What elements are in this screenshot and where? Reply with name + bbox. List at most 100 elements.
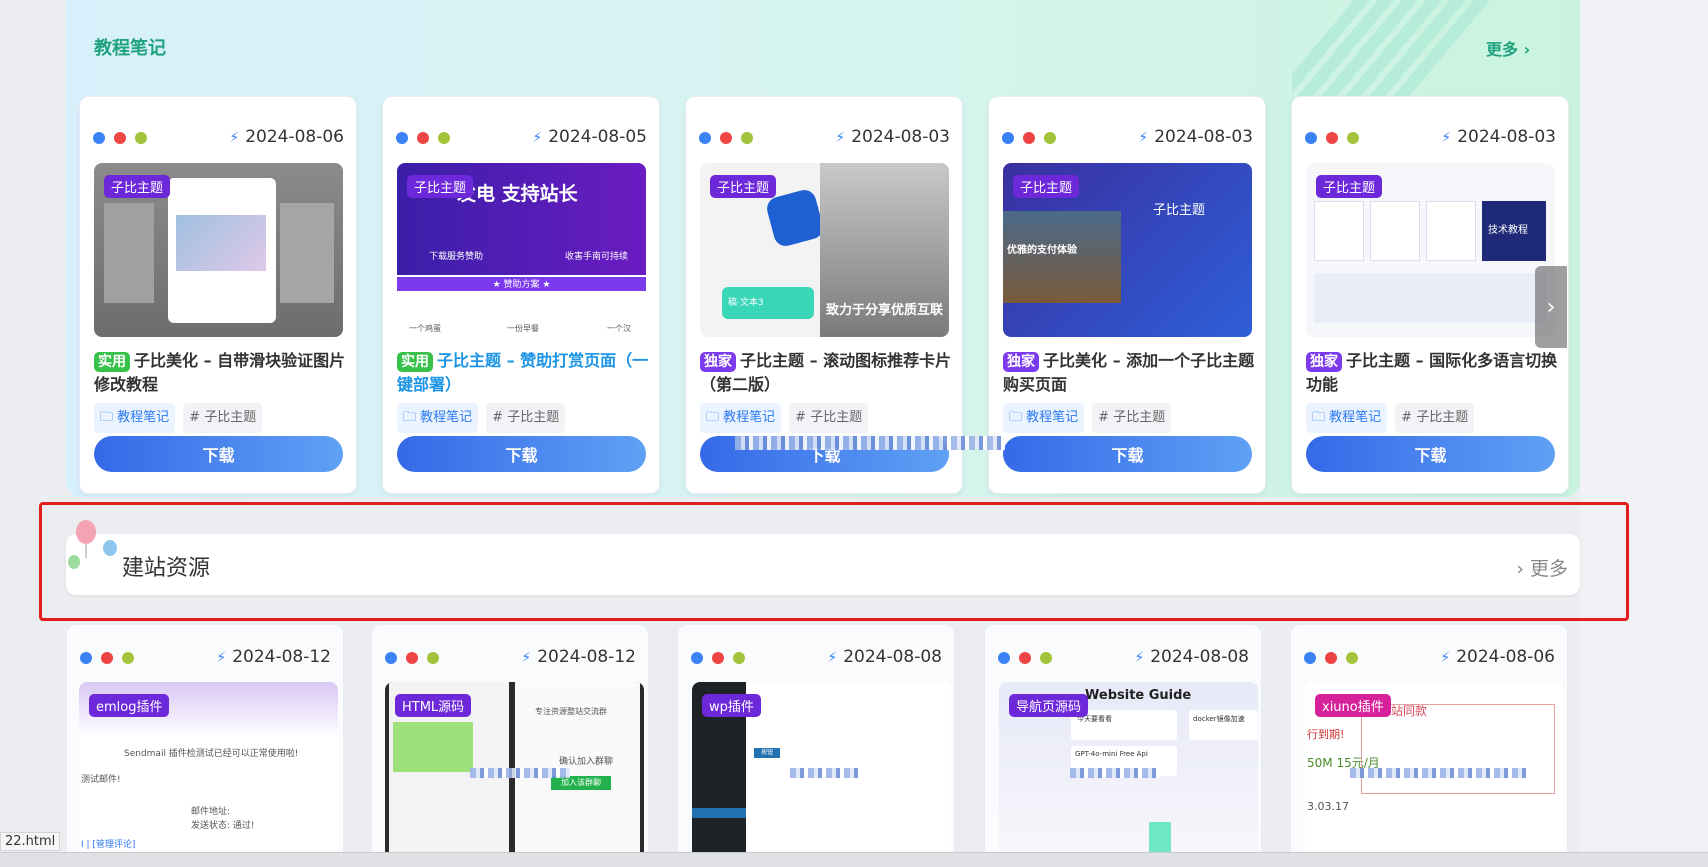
post-card[interactable]: ⚡ 2024-08-03 子比主题 致力于分享优质互联 稿·文本3 独家 子比主题 … xyxy=(685,96,963,494)
thumb-line: 测试邮件! xyxy=(81,775,121,785)
thumb-tag: 子比主题 xyxy=(1013,175,1080,198)
download-button[interactable]: 下载 xyxy=(94,436,343,472)
thumb-line: I | [管理评论] xyxy=(81,840,136,850)
category-chip[interactable]: 🗀 教程笔记 xyxy=(1003,403,1085,433)
post-card[interactable]: ⚡ 2024-08-03 子比主题 优雅的支付体验 子比主题 独家 子比美化 – 添… xyxy=(988,96,1266,494)
thumb-chip: 技术教程 xyxy=(1482,201,1546,261)
bolt-icon: ⚡ xyxy=(1134,650,1145,666)
chevron-right-icon: › xyxy=(1546,294,1556,320)
more-link[interactable]: 更多 › xyxy=(1486,36,1530,60)
post-card[interactable]: ⚡ 2024-08-03 子比主题 技术教程 独家 子比主题 – 国际化多语言切换功… xyxy=(1291,96,1569,494)
category-chip[interactable]: 🗀 教程笔记 xyxy=(397,403,479,433)
post-thumbnail[interactable]: 子比主题 致力于分享优质互联 稿·文本3 xyxy=(700,163,949,337)
thumb-line: 3.03.17 xyxy=(1307,800,1349,813)
bolt-icon: ⚡ xyxy=(532,130,543,146)
window-dots xyxy=(396,132,450,144)
post-tags: 🗀 教程笔记 # 子比主题 xyxy=(1306,403,1475,433)
bolt-icon: ⚡ xyxy=(827,650,838,666)
more-link[interactable]: › 更多 xyxy=(1516,554,1568,581)
blurred-region xyxy=(470,768,570,778)
thumb-line: 邮件地址: xyxy=(191,807,231,817)
post-date: ⚡ 2024-08-08 xyxy=(1134,647,1249,667)
badge: 独家 xyxy=(1306,352,1342,372)
post-thumbnail[interactable]: emlog插件 Sendmail 插件检测试已经可以正常使用啦! 测试邮件! 邮… xyxy=(79,682,338,864)
thumb-tag: wp插件 xyxy=(702,694,761,717)
category-chip[interactable]: 🗀 教程笔记 xyxy=(1306,403,1388,433)
post-date: ⚡ 2024-08-06 xyxy=(1440,647,1555,667)
carousel-next-button[interactable]: › xyxy=(1535,266,1567,348)
section-title: 教程笔记 xyxy=(94,38,166,59)
tag-chip[interactable]: # 子比主题 xyxy=(1092,403,1172,433)
thumb-line: 确认加入群聊 xyxy=(559,757,614,767)
status-url-tip: 22.html xyxy=(0,832,61,851)
post-tags: 🗀 教程笔记 # 子比主题 xyxy=(94,403,263,433)
post-title[interactable]: 独家 子比主题 – 滚动图标推荐卡片（第二版） xyxy=(700,349,952,397)
resource-card[interactable]: ⚡ 2024-08-12 emlog插件 Sendmail 插件检测试已经可以正常… xyxy=(66,624,344,864)
folder-icon: 🗀 xyxy=(706,410,720,425)
thumb-tag: xiuno插件 xyxy=(1315,694,1391,717)
post-title[interactable]: 独家 子比美化 – 添加一个子比主题购买页面 xyxy=(1003,349,1255,397)
post-card[interactable]: ⚡ 2024-08-06 子比主题 实用 子比美化 – 自带滑块验证图片修改教程 🗀… xyxy=(79,96,357,494)
badge: 实用 xyxy=(94,352,130,372)
download-button[interactable]: 下载 xyxy=(1003,436,1252,472)
decorative-stripes xyxy=(1292,0,1502,96)
category-chip[interactable]: 🗀 教程笔记 xyxy=(700,403,782,433)
post-date: ⚡ 2024-08-03 xyxy=(1441,127,1556,147)
post-thumbnail[interactable]: 子比主题 优雅的支付体验 子比主题 xyxy=(1003,163,1252,337)
post-card[interactable]: ⚡ 2024-08-05 子比主题 发电 支持站长 下载服务赞助 收害手南可持续 … xyxy=(382,96,660,494)
bolt-icon: ⚡ xyxy=(521,650,532,666)
resource-card[interactable]: ⚡ 2024-08-12 HTML源码 专注资源整站交流群 确认加入群聊 加入该群… xyxy=(371,624,649,864)
thumb-option: 一份早餐 xyxy=(507,324,539,333)
window-dots xyxy=(998,652,1052,664)
tag-chip[interactable]: # 子比主题 xyxy=(183,403,263,433)
post-title[interactable]: 实用 子比美化 – 自带滑块验证图片修改教程 xyxy=(94,349,346,397)
post-date: ⚡ 2024-08-05 xyxy=(532,127,647,147)
thumb-option: 一个汉 xyxy=(607,324,631,333)
window-dots xyxy=(1304,652,1358,664)
badge: 独家 xyxy=(1003,352,1039,372)
post-title[interactable]: 独家 子比主题 – 国际化多语言切换功能 xyxy=(1306,349,1558,397)
thumb-tag: emlog插件 xyxy=(89,694,170,717)
post-title[interactable]: 实用 子比主题 – 赞助打赏页面（一键部署） xyxy=(397,349,649,397)
window-dots xyxy=(699,132,753,144)
tag-chip[interactable]: # 子比主题 xyxy=(486,403,566,433)
thumb-line: 发送状态: 通过! xyxy=(191,821,255,831)
post-thumbnail[interactable]: 子比主题 xyxy=(94,163,343,337)
thumb-line: GPT-4o-mini Free Api xyxy=(1075,750,1148,758)
bolt-icon: ⚡ xyxy=(835,130,846,146)
folder-icon: 🗀 xyxy=(403,410,417,425)
bolt-icon: ⚡ xyxy=(216,650,227,666)
balloons-icon xyxy=(68,520,117,569)
thumb-line: docker镜像加速 xyxy=(1193,715,1245,723)
tag-chip[interactable]: # 子比主题 xyxy=(1395,403,1475,433)
download-button[interactable]: 下载 xyxy=(397,436,646,472)
category-chip[interactable]: 🗀 教程笔记 xyxy=(94,403,176,433)
resource-card[interactable]: ⚡ 2024-08-06 xiuno插件 本站同款 行到期! 50M 15元/月 … xyxy=(1290,624,1568,864)
bolt-icon: ⚡ xyxy=(1138,130,1149,146)
thumb-tag: 子比主题 xyxy=(1316,175,1383,198)
thumb-banner: ★ 赞助方案 ★ xyxy=(397,277,646,291)
window-dots xyxy=(385,652,439,664)
post-thumbnail[interactable]: 子比主题 发电 支持站长 下载服务赞助 收害手南可持续 ★ 赞助方案 ★ 一个鸡… xyxy=(397,163,646,337)
window-dots xyxy=(1002,132,1056,144)
post-thumbnail[interactable]: 子比主题 技术教程 xyxy=(1306,163,1555,337)
resource-card[interactable]: ⚡ 2024-08-08 wp插件 按钮 xyxy=(677,624,955,864)
post-tags: 🗀 教程笔记 # 子比主题 xyxy=(1003,403,1172,433)
thumb-tag: HTML源码 xyxy=(395,694,472,717)
folder-icon: 🗀 xyxy=(1312,410,1326,425)
thumb-text: 致力于分享优质互联 xyxy=(826,303,944,318)
blurred-region xyxy=(790,768,860,778)
post-date: ⚡ 2024-08-03 xyxy=(835,127,950,147)
thumb-line: Sendmail 插件检测试已经可以正常使用啦! xyxy=(124,749,299,759)
thumb-button: 加入该群聊 xyxy=(551,776,611,790)
thumb-heading: Website Guide xyxy=(1085,688,1192,703)
thumb-button: 按钮 xyxy=(754,748,780,758)
blurred-region xyxy=(1070,768,1160,778)
download-button[interactable]: 下载 xyxy=(1306,436,1555,472)
thumb-line: 专注资源整站交流群 xyxy=(535,707,607,716)
resource-card[interactable]: ⚡ 2024-08-08 导航页源码 Website Guide 今天要看看 do… xyxy=(984,624,1262,864)
tag-chip[interactable]: # 子比主题 xyxy=(789,403,869,433)
bolt-icon: ⚡ xyxy=(1440,650,1451,666)
post-date: ⚡ 2024-08-12 xyxy=(521,647,636,667)
post-date: ⚡ 2024-08-03 xyxy=(1138,127,1253,147)
